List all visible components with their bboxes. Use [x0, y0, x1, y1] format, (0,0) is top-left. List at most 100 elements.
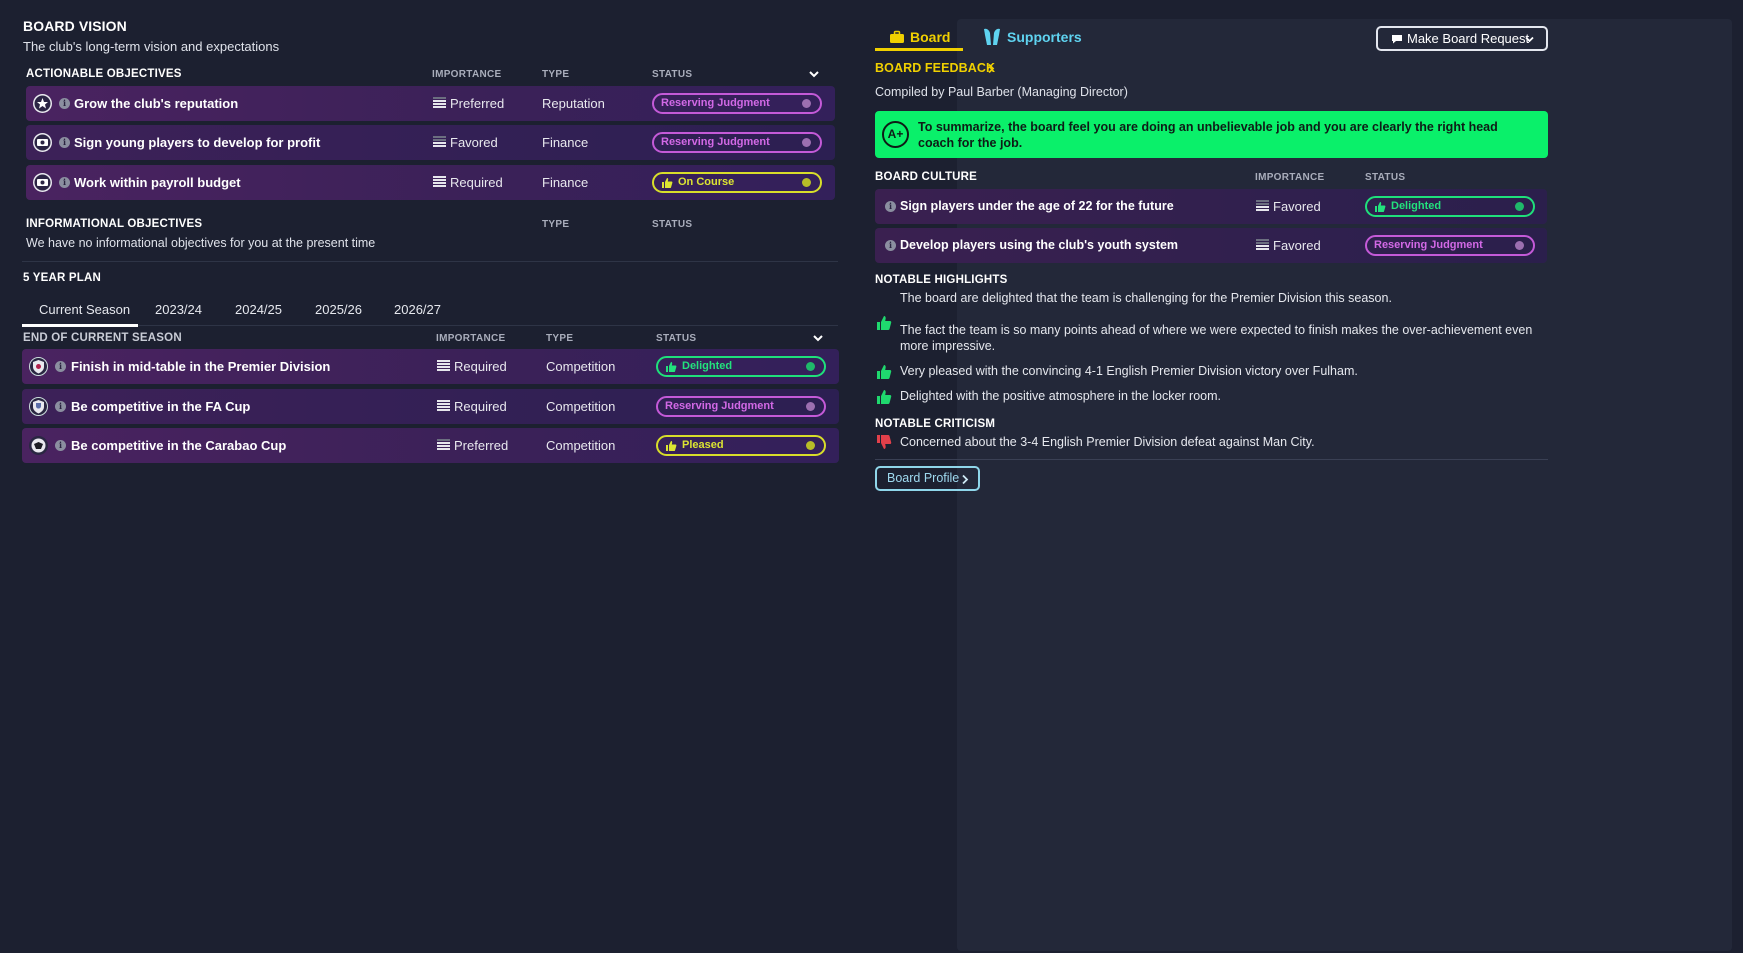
culture-row[interactable]: i Sign players under the age of 22 for t…	[875, 189, 1547, 224]
highlight-item: Delighted with the positive atmosphere i…	[900, 389, 1221, 403]
col-type: TYPE	[542, 69, 570, 80]
status-badge[interactable]: Reserving Judgment	[652, 93, 822, 114]
info-icon[interactable]: i	[59, 177, 70, 188]
board-vision-subtitle: The club's long-term vision and expectat…	[23, 39, 280, 54]
status-badge[interactable]: Pleased	[656, 435, 826, 456]
tab-board[interactable]: Board	[910, 29, 950, 45]
info-icon[interactable]: i	[59, 137, 70, 148]
info-icon[interactable]: i	[885, 240, 896, 251]
col-type: TYPE	[542, 219, 570, 230]
highlight-item: Very pleased with the convincing 4-1 Eng…	[900, 364, 1358, 378]
tab-supporters[interactable]: Supporters	[1007, 29, 1082, 45]
speech-bubble-icon	[1392, 35, 1402, 44]
status-text: Pleased	[682, 439, 724, 451]
status-info-icon	[802, 99, 811, 108]
objective-importance: Required	[450, 175, 503, 190]
importance-bars-icon	[433, 176, 446, 190]
status-badge[interactable]: Delighted	[656, 356, 826, 377]
thumbs-up-icon	[662, 178, 673, 188]
board-feedback-panel	[957, 19, 1732, 951]
tab-2025-26[interactable]: 2025/26	[315, 302, 362, 317]
info-icon[interactable]: i	[59, 98, 70, 109]
info-icon[interactable]: i	[55, 440, 66, 451]
highlight-item: The fact the team is so many points ahea…	[900, 323, 1533, 353]
status-text: Delighted	[1391, 200, 1442, 212]
objective-importance: Favored	[450, 135, 498, 150]
board-profile-button[interactable]: Board Profile	[875, 466, 980, 491]
objective-type: Reputation	[542, 96, 605, 111]
chevron-right-icon	[962, 474, 969, 485]
objective-row[interactable]: i Grow the club's reputation Preferred R…	[26, 86, 835, 121]
culture-row[interactable]: i Develop players using the club's youth…	[875, 228, 1547, 263]
make-board-request-button[interactable]: Make Board Request	[1376, 26, 1548, 51]
objective-row[interactable]: i Sign young players to develop for prof…	[26, 125, 835, 160]
thumbs-up-icon	[666, 362, 677, 372]
status-text: Reserving Judgment	[665, 400, 774, 412]
status-badge[interactable]: Reserving Judgment	[1365, 235, 1535, 256]
plan-label: Be competitive in the Carabao Cup	[71, 438, 287, 453]
grade-summary-text: To summarize, the board feel you are doi…	[918, 120, 1498, 150]
culture-importance: Favored	[1273, 238, 1321, 253]
importance-bars-icon	[433, 136, 446, 150]
briefcase-icon	[890, 30, 904, 43]
status-info-icon	[806, 402, 815, 411]
info-icon[interactable]: i	[55, 361, 66, 372]
board-profile-label: Board Profile	[887, 471, 960, 485]
active-tab-indicator	[22, 324, 138, 327]
importance-bars-icon	[437, 400, 450, 414]
notable-highlights-header: NOTABLE HIGHLIGHTS	[875, 274, 1008, 286]
status-info-icon	[806, 362, 815, 371]
col-type: TYPE	[546, 333, 574, 344]
status-badge[interactable]: On Course	[652, 172, 822, 193]
thumbs-up-icon	[1375, 202, 1386, 212]
board-feedback-title[interactable]: BOARD FEEDBACK	[875, 61, 995, 75]
informational-empty-text: We have no informational objectives for …	[26, 236, 376, 250]
status-badge[interactable]: Reserving Judgment	[656, 396, 826, 417]
objective-importance: Preferred	[450, 96, 505, 111]
collapse-chevron-icon[interactable]	[807, 67, 821, 81]
plan-importance: Required	[454, 399, 507, 414]
col-status: STATUS	[652, 69, 693, 80]
plan-row[interactable]: i Be competitive in the Carabao Cup Pref…	[22, 428, 839, 463]
plan-row[interactable]: i Be competitive in the FA Cup Required …	[22, 389, 839, 424]
supporters-scarf-icon	[984, 28, 1000, 45]
info-icon[interactable]: i	[55, 401, 66, 412]
status-info-icon	[806, 441, 815, 450]
tab-2024-25[interactable]: 2024/25	[235, 302, 282, 317]
tab-current-season[interactable]: Current Season	[39, 302, 130, 317]
col-status: STATUS	[1365, 172, 1406, 183]
make-board-request-label: Make Board Request	[1407, 31, 1530, 46]
col-importance: IMPORTANCE	[1255, 172, 1325, 183]
star-badge-icon	[33, 94, 52, 113]
thumbs-up-icon	[666, 441, 677, 451]
col-importance: IMPORTANCE	[436, 333, 506, 344]
money-icon	[33, 173, 52, 192]
chevron-down-icon	[1525, 36, 1534, 43]
tab-2023-24[interactable]: 2023/24	[155, 302, 202, 317]
tab-2026-27[interactable]: 2026/27	[394, 302, 441, 317]
objective-row[interactable]: i Work within payroll budget Required Fi…	[26, 165, 835, 200]
objective-label: Work within payroll budget	[74, 175, 241, 190]
plan-row[interactable]: i Finish in mid-table in the Premier Div…	[22, 349, 839, 384]
notable-criticism-header: NOTABLE CRITICISM	[875, 418, 996, 430]
info-icon[interactable]: i	[885, 201, 896, 212]
col-status: STATUS	[652, 219, 693, 230]
status-text: Delighted	[682, 360, 733, 372]
active-tab-indicator	[875, 48, 963, 51]
thumbs-up-icon	[877, 365, 892, 379]
compiled-by: Compiled by Paul Barber (Managing Direct…	[875, 85, 1128, 99]
board-culture-header: BOARD CULTURE	[875, 171, 978, 183]
importance-bars-icon	[437, 360, 450, 374]
divider	[875, 459, 1548, 460]
plan-importance: Required	[454, 359, 507, 374]
culture-importance: Favored	[1273, 199, 1321, 214]
objective-label: Sign young players to develop for profit	[74, 135, 321, 150]
criticism-item: Concerned about the 3-4 English Premier …	[900, 435, 1315, 449]
status-badge[interactable]: Reserving Judgment	[652, 132, 822, 153]
collapse-chevron-icon[interactable]	[811, 331, 825, 345]
status-info-icon	[802, 138, 811, 147]
informational-objectives-header: INFORMATIONAL OBJECTIVES	[26, 218, 203, 230]
status-text: Reserving Judgment	[661, 97, 770, 109]
status-badge[interactable]: Delighted	[1365, 196, 1535, 217]
end-of-season-header: END OF CURRENT SEASON	[23, 332, 182, 344]
